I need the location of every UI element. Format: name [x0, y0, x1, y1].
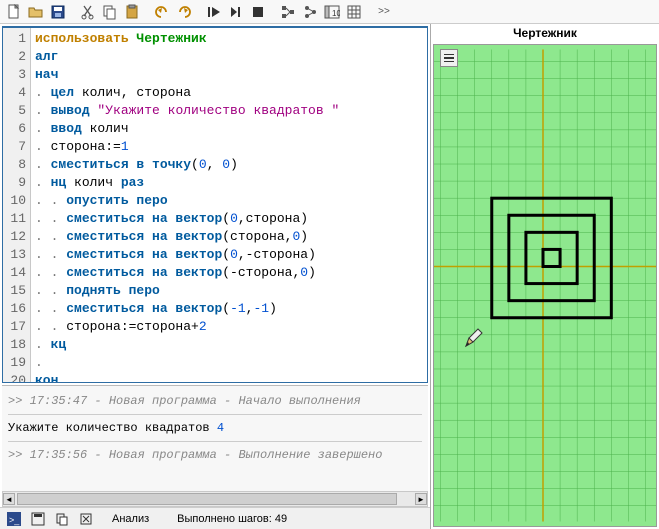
- line-number: 2: [3, 48, 26, 66]
- line-number: 10: [3, 192, 26, 210]
- canvas-menu-icon[interactable]: [440, 49, 458, 67]
- code-line[interactable]: .: [35, 354, 423, 372]
- cut-icon[interactable]: [78, 2, 98, 22]
- console-prompt: Укажите количество квадратов 4: [8, 421, 422, 435]
- save-small-icon[interactable]: [30, 511, 46, 527]
- undo-icon[interactable]: [152, 2, 172, 22]
- vars-icon[interactable]: [300, 2, 320, 22]
- clear-small-icon[interactable]: [78, 511, 94, 527]
- stop-icon[interactable]: [248, 2, 268, 22]
- status-steps: Выполнено шагов: 49: [167, 513, 297, 525]
- code-line[interactable]: алг: [35, 48, 423, 66]
- code-line[interactable]: . . опустить перо: [35, 192, 423, 210]
- code-line[interactable]: . . поднять перо: [35, 282, 423, 300]
- line-number: 15: [3, 282, 26, 300]
- step-icon[interactable]: [226, 2, 246, 22]
- code-editor[interactable]: 1234567891011121314151617181920212223 ис…: [2, 26, 428, 383]
- pencil-icon: [464, 328, 657, 527]
- line-gutter: 1234567891011121314151617181920212223: [3, 28, 31, 382]
- left-pane: 1234567891011121314151617181920212223 ис…: [0, 24, 431, 529]
- code-line[interactable]: . кц: [35, 336, 423, 354]
- line-number: 6: [3, 120, 26, 138]
- line-number: 19: [3, 354, 26, 372]
- line-number: 9: [3, 174, 26, 192]
- drawer-title: Чертежник: [431, 24, 659, 42]
- code-line[interactable]: . сторона:=1: [35, 138, 423, 156]
- line-number: 5: [3, 102, 26, 120]
- console-panel: >> 17:35:47 - Новая программа - Начало в…: [2, 385, 428, 491]
- open-file-icon[interactable]: [26, 2, 46, 22]
- new-file-icon[interactable]: [4, 2, 24, 22]
- status-bar: >_ Анализ Выполнено шагов: 49: [0, 507, 430, 529]
- code-line[interactable]: кон: [35, 372, 423, 383]
- svg-text:>_: >_: [9, 515, 20, 525]
- code-line[interactable]: использовать Чертежник: [35, 30, 423, 48]
- scroll-thumb[interactable]: [17, 493, 397, 505]
- save-file-icon[interactable]: [48, 2, 68, 22]
- console-msg: >> 17:35:56 - Новая программа - Выполнен…: [8, 448, 422, 462]
- status-analysis: Анализ: [102, 513, 159, 525]
- line-number: 18: [3, 336, 26, 354]
- horizontal-scrollbar[interactable]: ◄ ►: [2, 491, 428, 507]
- svg-text:10: 10: [332, 9, 340, 18]
- main-area: 1234567891011121314151617181920212223 ис…: [0, 24, 659, 529]
- line-number: 8: [3, 156, 26, 174]
- app-root: 10 >> 1234567891011121314151617181920212…: [0, 0, 659, 529]
- console-msg: >> 17:35:47 - Новая программа - Начало в…: [8, 394, 422, 408]
- code-line[interactable]: . . сместиться на вектор(сторона,0): [35, 228, 423, 246]
- line-number: 4: [3, 84, 26, 102]
- redo-icon[interactable]: [174, 2, 194, 22]
- code-line[interactable]: . вывод "Укажите количество квадратов ": [35, 102, 423, 120]
- line-number: 13: [3, 246, 26, 264]
- prompt-input: 4: [217, 421, 224, 435]
- paste-icon[interactable]: [122, 2, 142, 22]
- line-number: 7: [3, 138, 26, 156]
- copy-small-icon[interactable]: [54, 511, 70, 527]
- copy-icon[interactable]: [100, 2, 120, 22]
- line-number: 3: [3, 66, 26, 84]
- code-line[interactable]: . . сместиться на вектор(0,сторона): [35, 210, 423, 228]
- line-number: 20: [3, 372, 26, 383]
- drawer-canvas[interactable]: [433, 44, 657, 527]
- toolbar: 10 >>: [0, 0, 659, 24]
- layout-icon[interactable]: 10: [322, 2, 342, 22]
- code-line[interactable]: . . сторона:=сторона+2: [35, 318, 423, 336]
- code-line[interactable]: . . сместиться на вектор(-сторона,0): [35, 264, 423, 282]
- code-area[interactable]: использовать Чертежникалгнач. цел колич,…: [31, 28, 427, 382]
- line-number: 12: [3, 228, 26, 246]
- scroll-right-arrow[interactable]: ►: [415, 493, 427, 505]
- right-pane: Чертежник: [431, 24, 659, 529]
- terminal-icon[interactable]: >_: [6, 511, 22, 527]
- divider: [8, 414, 422, 415]
- more-icon[interactable]: >>: [374, 2, 394, 22]
- line-number: 16: [3, 300, 26, 318]
- code-line[interactable]: . сместиться в точку(0, 0): [35, 156, 423, 174]
- line-number: 14: [3, 264, 26, 282]
- code-line[interactable]: . нц колич раз: [35, 174, 423, 192]
- code-line[interactable]: . цел колич, сторона: [35, 84, 423, 102]
- scroll-left-arrow[interactable]: ◄: [3, 493, 15, 505]
- prompt-text: Укажите количество квадратов: [8, 421, 217, 435]
- run-icon[interactable]: [204, 2, 224, 22]
- code-line[interactable]: . . сместиться на вектор(0,-сторона): [35, 246, 423, 264]
- line-number: 1: [3, 30, 26, 48]
- code-line[interactable]: . . сместиться на вектор(-1,-1): [35, 300, 423, 318]
- line-number: 11: [3, 210, 26, 228]
- structure-icon[interactable]: [278, 2, 298, 22]
- line-number: 17: [3, 318, 26, 336]
- grid-icon[interactable]: [344, 2, 364, 22]
- code-line[interactable]: . ввод колич: [35, 120, 423, 138]
- code-line[interactable]: нач: [35, 66, 423, 84]
- divider: [8, 441, 422, 442]
